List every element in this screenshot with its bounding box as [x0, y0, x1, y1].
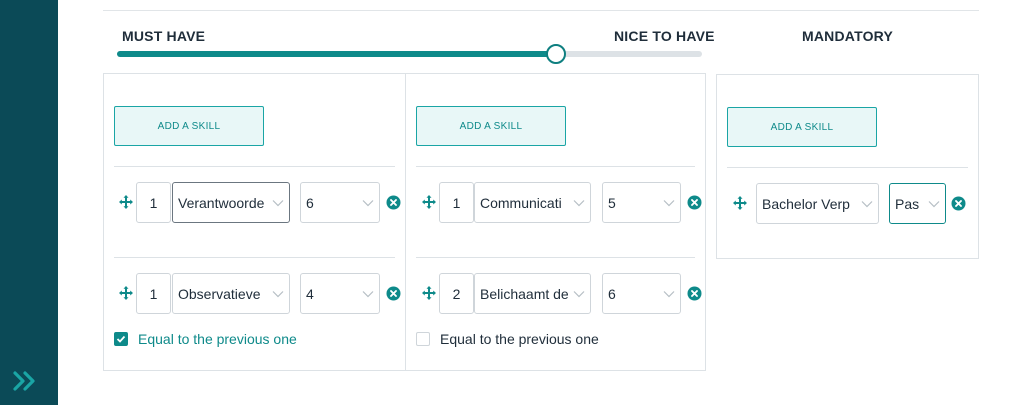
equal-checkbox[interactable]: [114, 332, 128, 346]
mandatory-label: MANDATORY: [802, 28, 893, 44]
add-skill-button[interactable]: ADD A SKILL: [114, 106, 264, 146]
sidebar: [0, 0, 58, 405]
remove-skill-icon[interactable]: [687, 286, 702, 301]
divider: [416, 166, 695, 167]
chevron-down-icon: [658, 199, 680, 207]
priority-slider-thumb[interactable]: [545, 44, 566, 64]
add-skill-button[interactable]: ADD A SKILL: [416, 106, 566, 146]
divider: [114, 257, 395, 258]
skill-select[interactable]: Observatieve: [172, 273, 290, 314]
skill-order-input[interactable]: 1: [136, 273, 171, 314]
chevron-down-icon: [856, 200, 878, 208]
skill-order-input[interactable]: 1: [136, 182, 171, 223]
priority-slider-fill: [117, 51, 556, 57]
equal-checkbox[interactable]: [416, 332, 430, 346]
chevron-down-icon: [568, 290, 590, 298]
equal-label: Equal to the previous one: [138, 331, 297, 347]
remove-skill-icon[interactable]: [951, 196, 966, 211]
top-divider: [103, 10, 979, 11]
skill-select[interactable]: Belichaamt de: [474, 273, 591, 314]
divider: [416, 257, 695, 258]
skill-select-value: Verantwoorde: [178, 194, 265, 211]
remove-skill-icon[interactable]: [386, 195, 401, 210]
nice-to-have-label: NICE TO HAVE: [614, 28, 715, 44]
mandatory-level-select[interactable]: Pas: [889, 183, 946, 224]
equal-to-previous-toggle[interactable]: Equal to the previous one: [114, 331, 297, 347]
level-select[interactable]: 4: [300, 273, 380, 314]
level-select-value: 5: [608, 194, 616, 211]
chevron-down-icon: [357, 199, 379, 207]
skill-select[interactable]: Verantwoorde: [172, 182, 290, 223]
drag-move-icon[interactable]: [421, 285, 437, 301]
equal-label: Equal to the previous one: [440, 331, 599, 347]
level-select[interactable]: 6: [300, 182, 380, 223]
priority-slider-track[interactable]: [117, 51, 702, 57]
chevron-down-icon: [267, 290, 289, 298]
mandatory-skill-select[interactable]: Bachelor Verp: [756, 183, 879, 224]
expand-sidebar-icon[interactable]: [12, 370, 40, 392]
level-select[interactable]: 5: [602, 182, 681, 223]
skill-select-value: Communicati: [480, 194, 562, 211]
drag-move-icon[interactable]: [118, 194, 134, 210]
skill-select-value: Bachelor Verp: [762, 195, 850, 212]
skill-select[interactable]: Communicati: [474, 182, 591, 223]
chevron-down-icon: [267, 199, 289, 207]
divider: [727, 167, 968, 168]
level-select-value: 4: [306, 285, 314, 302]
skill-order-input[interactable]: 2: [439, 273, 474, 314]
skill-select-value: Belichaamt de: [480, 285, 568, 302]
drag-move-icon[interactable]: [118, 285, 134, 301]
remove-skill-icon[interactable]: [687, 195, 702, 210]
chevron-down-icon: [923, 200, 945, 208]
level-select-value: 6: [608, 285, 616, 302]
divider: [114, 166, 395, 167]
chevron-down-icon: [357, 290, 379, 298]
skill-order-input[interactable]: 1: [439, 182, 474, 223]
drag-move-icon[interactable]: [732, 195, 748, 211]
skill-select-value: Observatieve: [178, 285, 261, 302]
chevron-down-icon: [658, 290, 680, 298]
equal-to-previous-toggle[interactable]: Equal to the previous one: [416, 331, 599, 347]
level-select-value: Pas: [895, 195, 920, 212]
add-mandatory-skill-button[interactable]: ADD A SKILL: [727, 107, 877, 147]
chevron-down-icon: [568, 199, 590, 207]
level-select[interactable]: 6: [602, 273, 681, 314]
drag-move-icon[interactable]: [421, 194, 437, 210]
remove-skill-icon[interactable]: [386, 286, 401, 301]
must-have-label: MUST HAVE: [122, 28, 206, 44]
level-select-value: 6: [306, 194, 314, 211]
